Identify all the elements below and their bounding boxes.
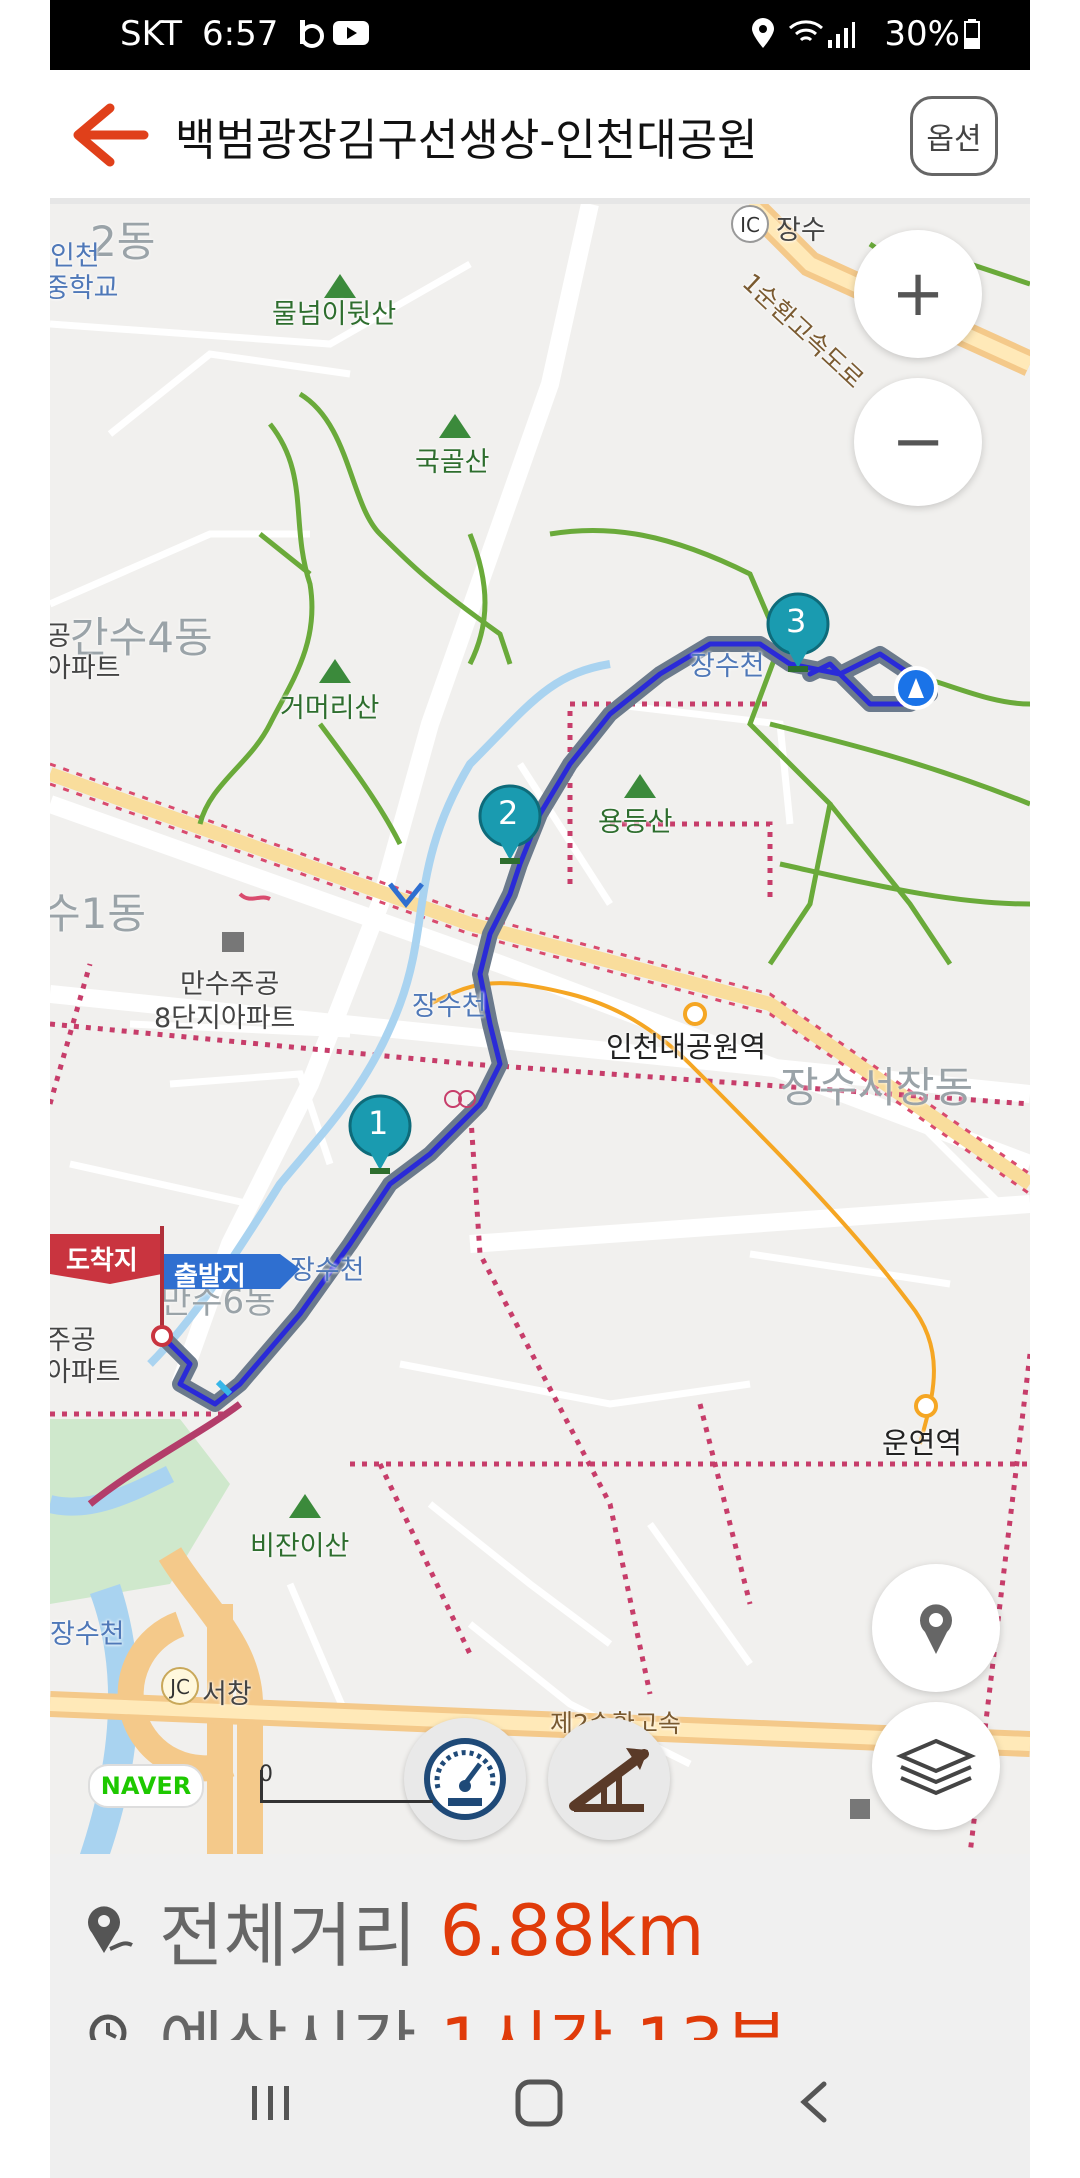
distance-pin-icon bbox=[88, 1905, 133, 1953]
clock: 6:57 bbox=[202, 14, 279, 54]
ic-label: 장수 bbox=[776, 215, 826, 246]
mountain-label: 국골산 bbox=[415, 447, 490, 478]
svg-text:IC: IC bbox=[740, 213, 760, 237]
mountain-label: 물넘이뒷산 bbox=[272, 299, 397, 330]
naver-logo: NAVER bbox=[88, 1764, 204, 1808]
recent-apps-button[interactable] bbox=[246, 2072, 296, 2136]
stream-label: 장수천 bbox=[50, 1619, 125, 1650]
app-frame: SKT 6:57 30% 백범광장김구선생상-인천대공원 옵션 IC JC 물넘… bbox=[50, 0, 1030, 2178]
time-row: 예상시간 1시간 13분 bbox=[80, 1988, 789, 2040]
back-arrow-icon bbox=[73, 103, 149, 167]
svg-text:JC: JC bbox=[168, 1675, 190, 1699]
time-label: 예상시간 bbox=[159, 2003, 417, 2040]
apartment-label: 아파트 bbox=[50, 1357, 121, 1388]
area-label: 장수서창동 bbox=[780, 1063, 974, 1112]
school-label: 중학교 bbox=[50, 273, 119, 304]
status-bar: SKT 6:57 30% bbox=[50, 0, 1030, 70]
youtube-icon bbox=[332, 18, 370, 52]
options-button[interactable]: 옵션 bbox=[910, 96, 998, 176]
battery-icon bbox=[964, 18, 980, 54]
station-label: 운연역 bbox=[882, 1426, 963, 1460]
system-nav-bar bbox=[50, 2040, 1030, 2178]
apartment-label: 8단지아파트 bbox=[154, 1003, 296, 1034]
waypoint-number: 3 bbox=[786, 602, 807, 640]
elevation-icon bbox=[569, 1748, 649, 1812]
elevation-button[interactable] bbox=[548, 1718, 670, 1840]
distance-row: 전체거리 6.88km bbox=[80, 1880, 704, 1981]
map-view[interactable]: IC JC 물넘이뒷산 국골산 거머리산 용등산 비잔이산 2동 간수4동 장수… bbox=[50, 204, 1030, 1854]
layers-icon bbox=[896, 1738, 976, 1796]
zoom-out-button[interactable]: − bbox=[854, 378, 982, 506]
home-icon bbox=[515, 2079, 563, 2127]
carrier-label: SKT bbox=[120, 14, 183, 54]
waypoint-pin-1[interactable]: 1 bbox=[346, 1094, 414, 1184]
page-title: 백범광장김구선생상-인천대공원 bbox=[175, 115, 758, 166]
back-button[interactable] bbox=[70, 100, 150, 170]
departure-flag[interactable]: 출발지 bbox=[174, 1256, 246, 1293]
stream-label: 장수천 bbox=[412, 991, 487, 1022]
clock-pin-icon bbox=[89, 2014, 127, 2040]
location-icon bbox=[750, 18, 776, 54]
route-info-panel: 전체거리 6.88km 예상시간 1시간 13분 bbox=[50, 1854, 1030, 2040]
signal-icon bbox=[826, 18, 856, 54]
nav-back-button[interactable] bbox=[790, 2072, 840, 2136]
app-header: 백범광장김구선생상-인천대공원 옵션 bbox=[50, 70, 1030, 204]
area-label: 수1동 bbox=[50, 889, 147, 938]
time-value: 1시간 13분 bbox=[440, 2003, 789, 2040]
mountain-label: 비잔이산 bbox=[250, 1531, 350, 1562]
map-layers-button[interactable] bbox=[872, 1702, 1000, 1830]
mountain-label: 거머리산 bbox=[280, 693, 380, 724]
apartment-label: 아파트 bbox=[50, 653, 121, 684]
waypoint-number: 1 bbox=[368, 1104, 389, 1142]
waypoint-pin-3[interactable]: 3 bbox=[764, 592, 832, 682]
station-label: 인천대공원역 bbox=[606, 1030, 767, 1064]
distance-value: 6.88km bbox=[439, 1889, 705, 1972]
b-icon bbox=[296, 18, 326, 54]
jc-label: 서창 bbox=[202, 1679, 252, 1710]
waypoint-number: 2 bbox=[498, 794, 519, 832]
my-location-button[interactable] bbox=[872, 1564, 1000, 1692]
distance-label: 전체거리 bbox=[159, 1895, 417, 1977]
stream-label: 장수천 bbox=[690, 651, 765, 682]
home-button[interactable] bbox=[510, 2072, 570, 2136]
arrival-flag[interactable]: 도착지 bbox=[66, 1240, 138, 1277]
map-scale: 0 bbox=[259, 1762, 433, 1803]
battery-label: 30% bbox=[884, 14, 960, 54]
waypoint-pin-2[interactable]: 2 bbox=[476, 784, 544, 874]
recent-apps-icon bbox=[252, 2086, 289, 2120]
scale-zero: 0 bbox=[259, 1762, 273, 1787]
chevron-left-icon bbox=[800, 2081, 827, 2123]
location-pin-icon bbox=[920, 1604, 952, 1654]
speedometer-icon bbox=[424, 1738, 506, 1820]
wifi-icon bbox=[788, 18, 824, 54]
zoom-in-button[interactable]: + bbox=[854, 230, 982, 358]
mountain-label: 용등산 bbox=[598, 807, 673, 838]
